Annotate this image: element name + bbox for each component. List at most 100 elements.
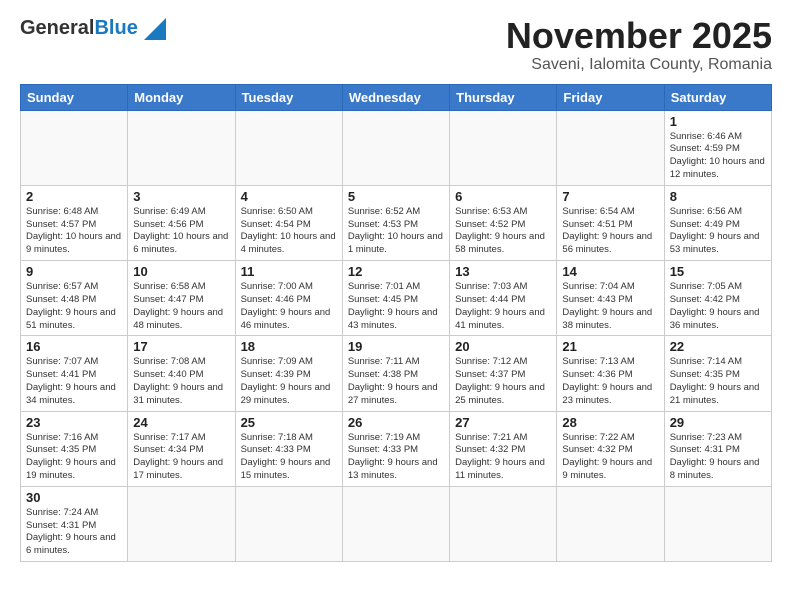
table-row bbox=[235, 110, 342, 185]
title-block: November 2025 Saveni, Ialomita County, R… bbox=[506, 16, 772, 74]
calendar-subtitle: Saveni, Ialomita County, Romania bbox=[506, 56, 772, 74]
logo-icon bbox=[144, 18, 166, 40]
day-info: Sunrise: 7:23 AM Sunset: 4:31 PM Dayligh… bbox=[670, 432, 766, 483]
day-info: Sunrise: 6:58 AM Sunset: 4:47 PM Dayligh… bbox=[133, 281, 229, 332]
day-number: 28 bbox=[562, 415, 658, 430]
day-number: 23 bbox=[26, 415, 122, 430]
day-number: 18 bbox=[241, 339, 337, 354]
day-number: 19 bbox=[348, 339, 444, 354]
table-row: 5 Sunrise: 6:52 AM Sunset: 4:53 PM Daylig… bbox=[342, 185, 449, 260]
day-info: Sunrise: 7:24 AM Sunset: 4:31 PM Dayligh… bbox=[26, 507, 122, 558]
day-info: Sunrise: 6:52 AM Sunset: 4:53 PM Dayligh… bbox=[348, 206, 444, 257]
day-number: 30 bbox=[26, 490, 122, 505]
day-info: Sunrise: 6:54 AM Sunset: 4:51 PM Dayligh… bbox=[562, 206, 658, 257]
day-info: Sunrise: 6:56 AM Sunset: 4:49 PM Dayligh… bbox=[670, 206, 766, 257]
day-number: 21 bbox=[562, 339, 658, 354]
day-info: Sunrise: 7:22 AM Sunset: 4:32 PM Dayligh… bbox=[562, 432, 658, 483]
col-tuesday: Tuesday bbox=[235, 84, 342, 110]
day-number: 26 bbox=[348, 415, 444, 430]
table-row: 7 Sunrise: 6:54 AM Sunset: 4:51 PM Daylig… bbox=[557, 185, 664, 260]
table-row: 3 Sunrise: 6:49 AM Sunset: 4:56 PM Daylig… bbox=[128, 185, 235, 260]
table-row bbox=[342, 110, 449, 185]
col-thursday: Thursday bbox=[450, 84, 557, 110]
day-number: 8 bbox=[670, 189, 766, 204]
table-row: 1Sunrise: 6:46 AM Sunset: 4:59 PM Daylig… bbox=[664, 110, 771, 185]
table-row: 24 Sunrise: 7:17 AM Sunset: 4:34 PM Dayli… bbox=[128, 411, 235, 486]
day-info: Sunrise: 7:11 AM Sunset: 4:38 PM Dayligh… bbox=[348, 356, 444, 407]
table-row bbox=[128, 110, 235, 185]
calendar-table: Sunday Monday Tuesday Wednesday Thursday… bbox=[20, 84, 772, 563]
table-row: 8 Sunrise: 6:56 AM Sunset: 4:49 PM Daylig… bbox=[664, 185, 771, 260]
calendar-week-row: 16 Sunrise: 7:07 AM Sunset: 4:41 PM Dayli… bbox=[21, 336, 772, 411]
table-row bbox=[450, 486, 557, 561]
table-row: 26 Sunrise: 7:19 AM Sunset: 4:33 PM Dayli… bbox=[342, 411, 449, 486]
day-info: Sunrise: 7:03 AM Sunset: 4:44 PM Dayligh… bbox=[455, 281, 551, 332]
day-info: Sunrise: 7:14 AM Sunset: 4:35 PM Dayligh… bbox=[670, 356, 766, 407]
table-row: 4 Sunrise: 6:50 AM Sunset: 4:54 PM Daylig… bbox=[235, 185, 342, 260]
day-number: 13 bbox=[455, 264, 551, 279]
table-row bbox=[342, 486, 449, 561]
table-row: 17Sunrise: 7:08 AM Sunset: 4:40 PM Dayli… bbox=[128, 336, 235, 411]
day-number: 3 bbox=[133, 189, 229, 204]
day-info: Sunrise: 7:21 AM Sunset: 4:32 PM Dayligh… bbox=[455, 432, 551, 483]
day-info: Sunrise: 6:50 AM Sunset: 4:54 PM Dayligh… bbox=[241, 206, 337, 257]
calendar-week-row: 23 Sunrise: 7:16 AM Sunset: 4:35 PM Dayli… bbox=[21, 411, 772, 486]
day-info: Sunrise: 7:12 AM Sunset: 4:37 PM Dayligh… bbox=[455, 356, 551, 407]
table-row bbox=[450, 110, 557, 185]
day-number: 29 bbox=[670, 415, 766, 430]
table-row: 30 Sunrise: 7:24 AM Sunset: 4:31 PM Dayli… bbox=[21, 486, 128, 561]
table-row: 9Sunrise: 6:57 AM Sunset: 4:48 PM Daylig… bbox=[21, 261, 128, 336]
day-info: Sunrise: 7:07 AM Sunset: 4:41 PM Dayligh… bbox=[26, 356, 122, 407]
day-number: 2 bbox=[26, 189, 122, 204]
day-number: 20 bbox=[455, 339, 551, 354]
table-row bbox=[557, 110, 664, 185]
day-info: Sunrise: 6:46 AM Sunset: 4:59 PM Dayligh… bbox=[670, 131, 766, 182]
calendar-header-row: Sunday Monday Tuesday Wednesday Thursday… bbox=[21, 84, 772, 110]
table-row: 20 Sunrise: 7:12 AM Sunset: 4:37 PM Dayli… bbox=[450, 336, 557, 411]
day-info: Sunrise: 7:19 AM Sunset: 4:33 PM Dayligh… bbox=[348, 432, 444, 483]
day-number: 16 bbox=[26, 339, 122, 354]
day-number: 6 bbox=[455, 189, 551, 204]
day-number: 14 bbox=[562, 264, 658, 279]
logo-blue: Blue bbox=[94, 17, 137, 39]
day-info: Sunrise: 7:05 AM Sunset: 4:42 PM Dayligh… bbox=[670, 281, 766, 332]
table-row bbox=[664, 486, 771, 561]
table-row: 23 Sunrise: 7:16 AM Sunset: 4:35 PM Dayli… bbox=[21, 411, 128, 486]
day-info: Sunrise: 7:08 AM Sunset: 4:40 PM Dayligh… bbox=[133, 356, 229, 407]
day-number: 4 bbox=[241, 189, 337, 204]
day-info: Sunrise: 7:13 AM Sunset: 4:36 PM Dayligh… bbox=[562, 356, 658, 407]
day-info: Sunrise: 6:48 AM Sunset: 4:57 PM Dayligh… bbox=[26, 206, 122, 257]
day-number: 7 bbox=[562, 189, 658, 204]
table-row: 29 Sunrise: 7:23 AM Sunset: 4:31 PM Dayli… bbox=[664, 411, 771, 486]
table-row: 10Sunrise: 6:58 AM Sunset: 4:47 PM Dayli… bbox=[128, 261, 235, 336]
col-wednesday: Wednesday bbox=[342, 84, 449, 110]
day-info: Sunrise: 7:09 AM Sunset: 4:39 PM Dayligh… bbox=[241, 356, 337, 407]
table-row: 18 Sunrise: 7:09 AM Sunset: 4:39 PM Dayli… bbox=[235, 336, 342, 411]
logo-general: General bbox=[20, 17, 94, 39]
table-row: 12 Sunrise: 7:01 AM Sunset: 4:45 PM Dayli… bbox=[342, 261, 449, 336]
day-info: Sunrise: 7:00 AM Sunset: 4:46 PM Dayligh… bbox=[241, 281, 337, 332]
day-info: Sunrise: 7:04 AM Sunset: 4:43 PM Dayligh… bbox=[562, 281, 658, 332]
header: GeneralBlue November 2025 Saveni, Ialomi… bbox=[20, 16, 772, 74]
table-row: 16 Sunrise: 7:07 AM Sunset: 4:41 PM Dayli… bbox=[21, 336, 128, 411]
day-number: 24 bbox=[133, 415, 229, 430]
table-row: 19 Sunrise: 7:11 AM Sunset: 4:38 PM Dayli… bbox=[342, 336, 449, 411]
day-info: Sunrise: 7:01 AM Sunset: 4:45 PM Dayligh… bbox=[348, 281, 444, 332]
day-number: 25 bbox=[241, 415, 337, 430]
day-number: 15 bbox=[670, 264, 766, 279]
calendar-week-row: 1Sunrise: 6:46 AM Sunset: 4:59 PM Daylig… bbox=[21, 110, 772, 185]
col-monday: Monday bbox=[128, 84, 235, 110]
day-info: Sunrise: 7:17 AM Sunset: 4:34 PM Dayligh… bbox=[133, 432, 229, 483]
day-number: 22 bbox=[670, 339, 766, 354]
day-info: Sunrise: 6:49 AM Sunset: 4:56 PM Dayligh… bbox=[133, 206, 229, 257]
table-row bbox=[235, 486, 342, 561]
table-row: 15 Sunrise: 7:05 AM Sunset: 4:42 PM Dayli… bbox=[664, 261, 771, 336]
day-number: 11 bbox=[241, 264, 337, 279]
day-number: 12 bbox=[348, 264, 444, 279]
calendar-week-row: 2 Sunrise: 6:48 AM Sunset: 4:57 PM Daylig… bbox=[21, 185, 772, 260]
table-row bbox=[128, 486, 235, 561]
day-info: Sunrise: 7:16 AM Sunset: 4:35 PM Dayligh… bbox=[26, 432, 122, 483]
day-info: Sunrise: 7:18 AM Sunset: 4:33 PM Dayligh… bbox=[241, 432, 337, 483]
day-number: 5 bbox=[348, 189, 444, 204]
table-row: 27Sunrise: 7:21 AM Sunset: 4:32 PM Dayli… bbox=[450, 411, 557, 486]
